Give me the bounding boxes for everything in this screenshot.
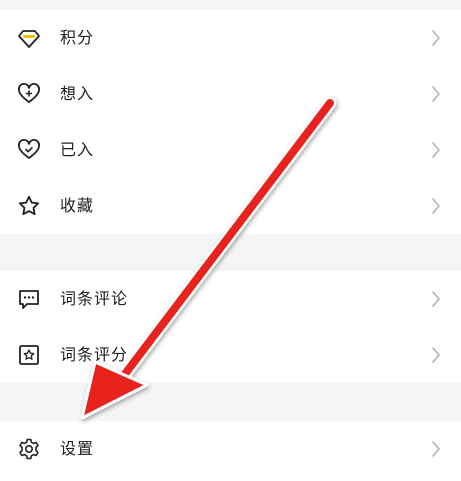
- menu-item-label: 设置: [60, 439, 95, 458]
- chevron-right-icon: [431, 440, 441, 458]
- menu-item-label: 收藏: [60, 196, 95, 215]
- chevron-right-icon: [431, 197, 441, 215]
- menu-item-entry-ratings[interactable]: 词条评分: [0, 327, 461, 383]
- top-spacer: [0, 0, 461, 10]
- diamond-icon: [17, 26, 41, 50]
- menu-group-3: 设置: [0, 421, 461, 481]
- menu-item-favorites[interactable]: 收藏: [0, 178, 461, 234]
- menu-item-settings[interactable]: 设置: [0, 421, 461, 477]
- menu-item-label: 积分: [60, 28, 95, 47]
- menu-item-label: 词条评论: [60, 289, 129, 308]
- chevron-right-icon: [431, 29, 441, 47]
- menu-item-label: 已入: [60, 140, 95, 159]
- heart-check-icon: [17, 138, 41, 162]
- comment-icon: [17, 287, 41, 311]
- menu-item-label: 词条评分: [60, 345, 129, 364]
- star-icon: [17, 194, 41, 218]
- chevron-right-icon: [431, 85, 441, 103]
- menu-item-points[interactable]: 积分: [0, 10, 461, 66]
- gear-icon: [17, 437, 41, 461]
- menu-item-label: 想入: [60, 84, 95, 103]
- menu-item-entry-comments[interactable]: 词条评论: [0, 271, 461, 327]
- chevron-right-icon: [431, 141, 441, 159]
- rating-star-icon: [17, 343, 41, 367]
- menu-item-owned[interactable]: 已入: [0, 122, 461, 178]
- heart-plus-icon: [17, 82, 41, 106]
- chevron-right-icon: [431, 346, 441, 364]
- menu-group-1: 积分 想入 已入 收藏: [0, 10, 461, 234]
- menu-group-2: 词条评论 词条评分: [0, 271, 461, 383]
- menu-item-want[interactable]: 想入: [0, 66, 461, 122]
- chevron-right-icon: [431, 290, 441, 308]
